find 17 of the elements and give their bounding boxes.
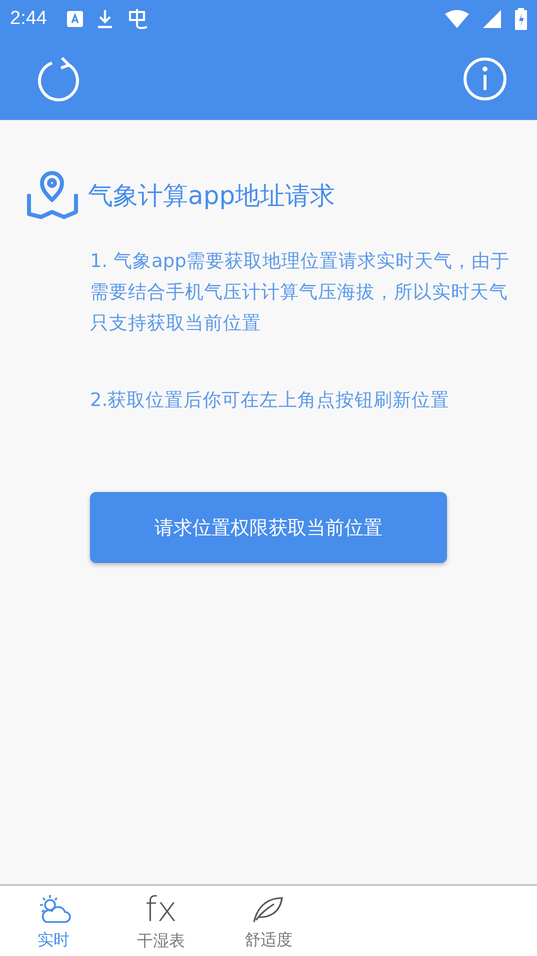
instruction-text: 1. 气象app需要获取地理位置请求实时天气，由于需要结合手机气压计计算气压海拔，所以实时天气只支持获取当前位置 xyxy=(90,250,510,336)
page-title: 气象计算app地址请求 xyxy=(88,180,336,212)
keyboard-notification-icon xyxy=(66,11,83,27)
download-icon xyxy=(96,9,113,29)
map-pin-icon xyxy=(26,170,78,220)
fx-glyph: fx xyxy=(145,890,178,928)
request-location-button[interactable]: 请求位置权限获取当前位置 xyxy=(90,492,447,563)
app-notification-icon xyxy=(126,8,149,30)
nav-tab[interactable]: 舒适度 xyxy=(214,886,322,956)
status-time: 2:44 xyxy=(10,8,47,30)
nav-tab[interactable]: fx 干湿表 xyxy=(107,886,215,956)
nav-tab[interactable]: 实时 xyxy=(0,886,108,956)
wifi-icon xyxy=(445,10,469,28)
instruction-text: 2.获取位置后你可在左上角点按钮刷新位置 xyxy=(90,389,451,413)
signal-icon xyxy=(483,10,501,28)
info-button[interactable] xyxy=(463,57,507,101)
battery-icon xyxy=(515,8,527,30)
